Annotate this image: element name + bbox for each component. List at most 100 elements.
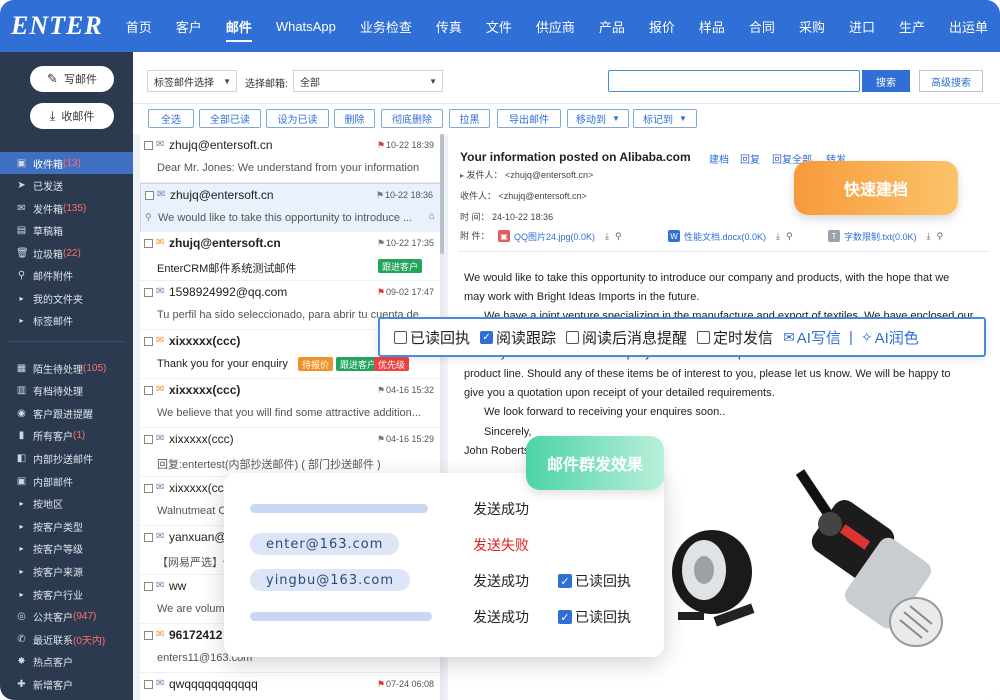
row-checkbox[interactable] <box>144 435 153 444</box>
sidebar-item[interactable]: ◉ 客户跟进提醒 <box>0 402 133 424</box>
action-button[interactable]: 全部已读 <box>199 109 261 128</box>
sidebar-item[interactable]: ✸ 热点客户 <box>0 651 133 673</box>
row-checkbox[interactable] <box>144 239 153 248</box>
row-checkbox[interactable] <box>144 631 153 640</box>
sidebar-item[interactable]: ▸ 按地区 <box>0 493 133 515</box>
sidebar-item[interactable]: ▣ 收件箱 (13) <box>0 152 133 174</box>
mail-row[interactable]: ✉ qwqqqqqqqqqqq ⚑07-24 06:08 <box>140 673 444 700</box>
scrollbar-thumb[interactable] <box>440 134 444 254</box>
row-checkbox[interactable] <box>144 680 153 689</box>
search-input[interactable] <box>608 70 860 92</box>
download-icon[interactable]: ⤓ <box>927 231 931 242</box>
sidebar-item[interactable]: ▤ 草稿箱 <box>0 220 133 242</box>
mail-row[interactable]: ✉ zhujq@entersoft.cn ⚑10-22 18:36 We would … <box>140 183 444 232</box>
option-checkbox[interactable]: 已读回执 <box>394 327 470 348</box>
action-button[interactable]: 彻底删除 <box>381 109 443 128</box>
sidebar-item-count: (947) <box>73 611 97 623</box>
sidebar-item[interactable]: ▸ 按客户来源 <box>0 560 133 582</box>
action-button[interactable]: 全选 <box>148 109 194 128</box>
attachment-item[interactable]: T 字数限制.txt(0.0K) ⤓ ⚲ <box>828 228 943 244</box>
preview-icon[interactable]: ⚲ <box>786 231 793 242</box>
preview-icon[interactable]: ⚲ <box>937 231 944 242</box>
action-button[interactable]: 移动到 ▼ <box>567 109 629 128</box>
action-button-label: 设为已读 <box>277 115 318 126</box>
advanced-search-button[interactable]: 高级搜索 <box>919 70 983 92</box>
ai-mail-icon: ✉ <box>783 328 795 345</box>
nav-item[interactable]: 产品 <box>587 0 637 52</box>
row-checkbox[interactable] <box>144 484 153 493</box>
sidebar-item[interactable]: ▸ 按客户类型 <box>0 515 133 537</box>
ai-write-button[interactable]: ✉ AI写信 <box>783 327 841 348</box>
sidebar-item-label: 草稿箱 <box>33 227 63 238</box>
action-button[interactable]: 删除 <box>334 109 375 128</box>
sidebar-item[interactable]: ✆ 最近联系 (0天内) <box>0 628 133 650</box>
nav-item[interactable]: 传真 <box>424 0 474 52</box>
body-line: Sincerely, <box>484 426 532 438</box>
nav-item[interactable]: 进口 <box>837 0 887 52</box>
nav-item[interactable]: 首页 <box>114 0 164 52</box>
sidebar-item[interactable]: ➤ 已发送 <box>0 175 133 197</box>
option-checkbox[interactable]: ✓ 阅读跟踪 <box>480 327 556 348</box>
mail-row[interactable]: ✉ zhujq@entersoft.cn ⚑10-22 17:35 EnterCRM邮… <box>140 232 444 281</box>
send-options-bar: 已读回执 ✓ 阅读跟踪 阅读后消息提醒 定时发信 ✉ AI写信 | ✧ AI润色 <box>378 317 986 357</box>
option-checkbox[interactable]: 阅读后消息提醒 <box>566 327 687 348</box>
search-button[interactable]: 搜索 <box>862 70 910 92</box>
sidebar-item[interactable]: ▮ 所有客户 (1) <box>0 425 133 447</box>
row-checkbox[interactable] <box>144 337 153 346</box>
archive-link[interactable]: 建档 <box>709 151 729 166</box>
nav-item[interactable]: 文件 <box>474 0 524 52</box>
sidebar-item[interactable]: ◧ 内部抄送邮件 <box>0 447 133 469</box>
mailbox-select[interactable]: 全部 ▼ <box>293 70 443 92</box>
nav-item[interactable]: 样品 <box>687 0 737 52</box>
sidebar-item[interactable]: ▥ 有档待处理 <box>0 380 133 402</box>
option-checkbox[interactable]: 定时发信 <box>697 327 773 348</box>
download-icon[interactable]: ⤓ <box>605 231 609 242</box>
sidebar-item[interactable]: ✚ 新增客户 <box>0 673 133 695</box>
reply-link[interactable]: 回复 <box>740 151 760 166</box>
row-checkbox[interactable] <box>144 141 153 150</box>
sidebar-item[interactable]: ✉ 发件箱 (135) <box>0 197 133 219</box>
nav-item[interactable]: 生产 <box>887 0 937 52</box>
mail-row[interactable]: ✉ xixxxxx(ccc) ⚑04-16 15:29 回复:entertest(内部… <box>140 428 444 477</box>
nav-item[interactable]: 合同 <box>737 0 787 52</box>
sidebar-item[interactable]: ◎ 公共客户 (947) <box>0 606 133 628</box>
sidebar-item[interactable]: ⚲ 邮件附件 <box>0 265 133 287</box>
row-checkbox[interactable] <box>144 288 153 297</box>
mail-subject: 回复:entertest(内部抄送邮件) ( 部门抄送邮件 ) <box>157 459 381 471</box>
sidebar-item[interactable]: ▸ 我的文件夹 <box>0 287 133 309</box>
attachment-item[interactable]: W 性能文档.docx(0.0K) ⤓ ⚲ <box>668 228 793 244</box>
preview-icon[interactable]: ⚲ <box>615 231 622 242</box>
download-icon[interactable]: ⤓ <box>776 231 780 242</box>
action-button[interactable]: 设为已读 <box>266 109 329 128</box>
chevron-down-icon: ▼ <box>429 76 437 86</box>
nav-item[interactable]: WhatsApp <box>264 0 348 52</box>
write-mail-button[interactable]: ✎ 写邮件 <box>30 66 114 92</box>
action-button[interactable]: 拉黑 <box>449 109 490 128</box>
sidebar-item[interactable]: ▸ 按客户等级 <box>0 538 133 560</box>
row-checkbox[interactable] <box>144 582 153 591</box>
sidebar-item[interactable]: 🗑 垃圾箱 (22) <box>0 242 133 264</box>
nav-item[interactable]: 采购 <box>787 0 837 52</box>
ai-polish-button[interactable]: ✧ AI润色 <box>861 327 919 348</box>
action-button[interactable]: 导出邮件 <box>497 109 561 128</box>
nav-item[interactable]: 供应商 <box>524 0 587 52</box>
row-checkbox[interactable] <box>145 191 154 200</box>
row-checkbox[interactable] <box>144 386 153 395</box>
sidebar-item[interactable]: ▸ 标签邮件 <box>0 310 133 332</box>
nav-item[interactable]: 业务检查 <box>348 0 424 52</box>
nav-item[interactable]: 报价 <box>637 0 687 52</box>
tag-select[interactable]: 标签邮件选择 ▼ <box>147 70 237 92</box>
nav-item[interactable]: 出运单 <box>937 0 1000 52</box>
sidebar-item[interactable]: ▸ 按客户行业 <box>0 583 133 605</box>
receive-mail-button[interactable]: ⤓ 收邮件 <box>30 103 114 129</box>
nav-item[interactable]: 邮件 <box>214 0 264 52</box>
action-button[interactable]: 标记到 ▼ <box>633 109 697 128</box>
attachment-item[interactable]: ▣ QQ图片24.jpg(0.0K) ⤓ ⚲ <box>498 228 622 244</box>
row-checkbox[interactable] <box>144 533 153 542</box>
mail-row[interactable]: ✉ xixxxxx(ccc) ⚑04-16 15:32 We believe that… <box>140 379 444 428</box>
mail-row[interactable]: ✉ zhujq@entersoft.cn ⚑10-22 18:39 Dear Mr. … <box>140 134 444 183</box>
sidebar-item[interactable]: ▦ 陌生待处理 (105) <box>0 357 133 379</box>
sidebar-item[interactable]: ▣ 内部邮件 <box>0 470 133 492</box>
action-bar: 全选 全部已读 设为已读 删除 彻底删除 拉黑 导出邮件 移动到 ▼ 标记到 ▼ <box>133 104 1000 134</box>
nav-item[interactable]: 客户 <box>164 0 214 52</box>
